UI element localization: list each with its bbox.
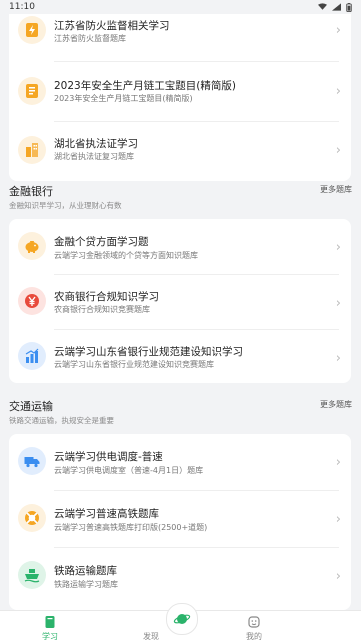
item-subtitle: 云端学习普速高铁题库打印版(2500+道题) <box>54 523 208 532</box>
more-button-transport[interactable]: 更多题库 <box>320 399 352 410</box>
chevron-right-icon: › <box>335 239 341 255</box>
tab-label: 学习 <box>42 632 58 641</box>
list-item[interactable]: 江苏省防火监督相关学习 江苏省防火监督题库 › <box>9 14 351 58</box>
battery-icon <box>346 2 352 12</box>
item-subtitle: 云端学习供电调度室（普速-4月1日）题库 <box>54 466 204 475</box>
chevron-right-icon: › <box>335 83 341 99</box>
list-item[interactable]: 湖北省执法证学习 湖北省执法证复习题库 › <box>9 122 351 178</box>
item-subtitle: 农商银行合规知识竞赛题库 <box>54 305 150 314</box>
bolt-document-icon <box>18 16 46 44</box>
piggy-bank-icon <box>18 232 46 260</box>
item-subtitle: 云端学习山东省银行业规范建设知识竞赛题库 <box>54 360 214 369</box>
item-subtitle: 2023年安全生产月链工宝题目(精简版) <box>54 94 193 103</box>
status-icons <box>318 2 352 12</box>
more-button-finance[interactable]: 更多题库 <box>320 184 352 195</box>
item-subtitle: 湖北省执法证复习题库 <box>54 152 134 161</box>
list-item[interactable]: 2023年安全生产月链工宝题目(精简版) 2023年安全生产月链工宝题目(精简版… <box>9 63 351 119</box>
list-item[interactable]: 云端学习供电调度-普速 云端学习供电调度室（普速-4月1日）题库 › <box>9 434 351 490</box>
item-title: 江苏省防火监督相关学习 <box>54 20 170 32</box>
chevron-right-icon: › <box>335 511 341 527</box>
item-title: 2023年安全生产月链工宝题目(精简版) <box>54 80 236 92</box>
face-icon <box>248 616 260 628</box>
chevron-right-icon: › <box>335 22 341 38</box>
list-item[interactable]: 农商银行合规知识学习 农商银行合规知识竞赛题库 › <box>9 275 351 331</box>
tab-study[interactable]: 学习 <box>20 611 80 644</box>
chevron-right-icon: › <box>335 568 341 584</box>
item-title: 云端学习供电调度-普速 <box>54 451 163 463</box>
wifi-icon <box>318 3 327 10</box>
item-subtitle: 铁路运输学习题库 <box>54 580 118 589</box>
yuan-coin-icon <box>18 287 46 315</box>
item-title: 农商银行合规知识学习 <box>54 291 159 303</box>
item-title: 云端学习普速高铁题库 <box>54 508 159 520</box>
status-bar: 11:10 <box>0 0 361 14</box>
planet-icon <box>173 614 191 624</box>
transport-card: 云端学习供电调度-普速 云端学习供电调度室（普速-4月1日）题库 › 云端学习普… <box>9 434 351 610</box>
lifebuoy-icon <box>18 504 46 532</box>
item-title: 铁路运输题库 <box>54 565 117 577</box>
section-title-finance: 金融银行 <box>9 185 53 198</box>
exam-card-1: 江苏省防火监督相关学习 江苏省防火监督题库 › 2023年安全生产月链工宝题目(… <box>9 14 351 181</box>
list-item[interactable]: 云端学习普速高铁题库 云端学习普速高铁题库打印版(2500+道题) › <box>9 491 351 547</box>
item-title: 云端学习山东省银行业规范建设知识学习 <box>54 346 243 358</box>
list-item[interactable]: 铁路运输题库 铁路运输学习题库 › <box>9 548 351 604</box>
signal-icon <box>332 3 341 11</box>
section-subtitle-transport: 铁路交通运输，执规安全是重要 <box>9 416 114 425</box>
item-subtitle: 云端学习金融领域的个贷等方面知识题库 <box>54 251 198 260</box>
item-subtitle: 江苏省防火监督题库 <box>54 34 126 43</box>
chevron-right-icon: › <box>335 142 341 158</box>
chevron-right-icon: › <box>335 350 341 366</box>
chevron-right-icon: › <box>335 454 341 470</box>
bar-chart-icon <box>18 342 46 370</box>
finance-card: 金融个贷方面学习题 云端学习金融领域的个贷等方面知识题库 › 农商银行合规知识学… <box>9 219 351 383</box>
book-icon <box>45 616 55 628</box>
section-title-transport: 交通运输 <box>9 400 53 413</box>
item-title: 湖北省执法证学习 <box>54 138 138 150</box>
item-title: 金融个贷方面学习题 <box>54 236 149 248</box>
tab-label: 我的 <box>246 632 262 641</box>
ship-icon <box>18 561 46 589</box>
divider <box>54 61 339 62</box>
list-item[interactable]: 云端学习山东省银行业规范建设知识学习 云端学习山东省银行业规范建设知识竞赛题库 … <box>9 330 351 386</box>
section-subtitle-finance: 金融知识早学习，从业理财心有数 <box>9 201 122 210</box>
discover-fab[interactable] <box>166 603 198 635</box>
truck-icon <box>18 447 46 475</box>
list-item[interactable]: 金融个贷方面学习题 云端学习金融领域的个贷等方面知识题库 › <box>9 219 351 275</box>
chevron-right-icon: › <box>335 295 341 311</box>
tab-mine[interactable]: 我的 <box>224 611 284 644</box>
status-time: 11:10 <box>9 2 35 12</box>
notebook-icon <box>18 77 46 105</box>
building-icon <box>18 136 46 164</box>
main-content: 江苏省防火监督相关学习 江苏省防火监督题库 › 2023年安全生产月链工宝题目(… <box>0 14 361 610</box>
